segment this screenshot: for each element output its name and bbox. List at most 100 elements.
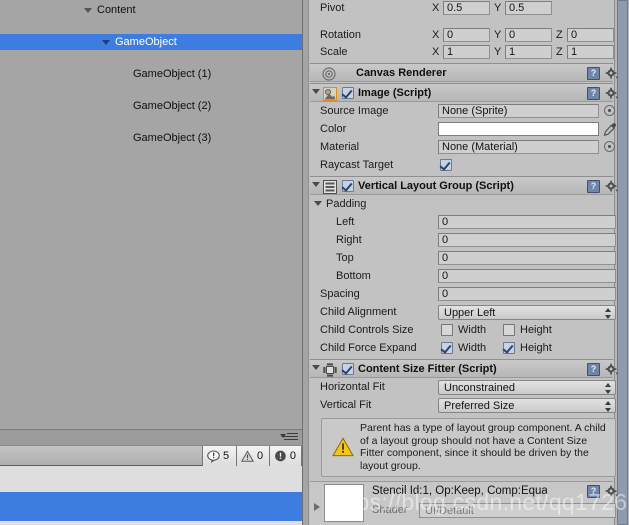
scale-z-axis-label: Z bbox=[556, 46, 563, 58]
rotation-z-field[interactable]: 0 bbox=[567, 28, 614, 42]
chevron-down-icon[interactable] bbox=[312, 365, 320, 370]
gear-icon[interactable] bbox=[605, 180, 619, 193]
info-icon bbox=[207, 450, 220, 463]
vertical-fit-dropdown[interactable]: Preferred Size bbox=[438, 398, 616, 413]
child-alignment-dropdown[interactable]: Upper Left bbox=[438, 305, 616, 320]
raycast-target-checkbox[interactable] bbox=[440, 159, 452, 171]
hierarchy-row-content[interactable]: Content bbox=[0, 2, 302, 18]
updown-arrows-icon bbox=[605, 308, 612, 319]
child-force-expand-height-label: Height bbox=[520, 342, 552, 354]
chevron-right-icon[interactable] bbox=[314, 503, 320, 511]
gear-icon[interactable] bbox=[605, 485, 619, 498]
eyedropper-icon[interactable] bbox=[602, 122, 617, 137]
horizontal-fit-dropdown[interactable]: Unconstrained bbox=[438, 380, 616, 395]
object-picker-icon[interactable] bbox=[604, 141, 615, 152]
rotation-y-field[interactable]: 0 bbox=[505, 28, 552, 42]
help-icon[interactable]: ? bbox=[587, 363, 600, 376]
spacing-field[interactable]: 0 bbox=[438, 287, 616, 301]
horizontal-fit-row: Horizontal Fit Unconstrained bbox=[310, 379, 616, 395]
padding-bottom-field[interactable]: 0 bbox=[438, 269, 616, 283]
spacing-row: Spacing 0 bbox=[310, 286, 616, 302]
error-count-value: 0 bbox=[289, 449, 296, 462]
child-force-expand-height-checkbox[interactable] bbox=[503, 342, 515, 354]
gear-icon[interactable] bbox=[605, 363, 619, 376]
console-toolbar[interactable]: 5 0 0 bbox=[0, 445, 303, 466]
vertical-layout-group-title: Vertical Layout Group (Script) bbox=[358, 180, 514, 192]
padding-left-label: Left bbox=[336, 216, 355, 228]
padding-bottom-label: Bottom bbox=[336, 270, 371, 282]
scale-x-field[interactable]: 1 bbox=[443, 45, 490, 59]
info-count-button[interactable]: 5 bbox=[202, 446, 236, 466]
help-icon[interactable]: ? bbox=[587, 67, 600, 80]
canvas-renderer-icon bbox=[322, 67, 336, 81]
canvas-renderer-header[interactable]: Canvas Renderer ? bbox=[310, 63, 618, 82]
content-size-fitter-title: Content Size Fitter (Script) bbox=[358, 363, 497, 375]
hierarchy-row-gameobject-1[interactable]: GameObject (1) bbox=[0, 66, 302, 82]
rotation-y-axis-label: Y bbox=[494, 29, 502, 41]
image-enabled-checkbox[interactable] bbox=[342, 87, 354, 99]
child-force-expand-label: Child Force Expand bbox=[320, 342, 417, 354]
child-controls-size-width-label: Width bbox=[458, 324, 487, 336]
hamburger-icon[interactable] bbox=[282, 433, 298, 443]
horizontal-fit-value: Unconstrained bbox=[444, 382, 515, 394]
info-count-value: 5 bbox=[223, 449, 230, 462]
image-component-header[interactable]: Image (Script) ? bbox=[310, 83, 618, 102]
gear-icon[interactable] bbox=[605, 67, 619, 80]
object-picker-icon[interactable] bbox=[604, 105, 615, 116]
hierarchy-panel[interactable]: Content GameObject GameObject (1) GameOb… bbox=[0, 0, 303, 429]
hierarchy-row-gameobject-2[interactable]: GameObject (2) bbox=[0, 98, 302, 114]
shader-dropdown[interactable]: UI/Default bbox=[419, 503, 616, 518]
updown-arrows-icon bbox=[605, 383, 612, 394]
hierarchy-item-label: GameObject (2) bbox=[133, 100, 212, 112]
padding-top-field[interactable]: 0 bbox=[438, 251, 616, 265]
rotation-label: Rotation bbox=[320, 29, 361, 41]
padding-right-field[interactable]: 0 bbox=[438, 233, 616, 247]
warning-count-button[interactable]: 0 bbox=[236, 446, 269, 466]
pivot-row: Pivot X 0.5 Y 0.5 bbox=[310, 0, 613, 16]
padding-left-field[interactable]: 0 bbox=[438, 215, 616, 229]
vertical-layout-group-header[interactable]: Vertical Layout Group (Script) ? bbox=[310, 176, 618, 195]
child-force-expand-row: Child Force Expand Width Height bbox=[310, 340, 613, 356]
scale-z-field[interactable]: 1 bbox=[567, 45, 614, 59]
console-list[interactable] bbox=[0, 466, 303, 525]
child-force-expand-width-checkbox[interactable] bbox=[441, 342, 453, 354]
gear-icon[interactable] bbox=[605, 87, 619, 100]
chevron-down-icon[interactable] bbox=[312, 182, 320, 187]
error-count-button[interactable]: 0 bbox=[269, 446, 302, 466]
console-selected-row[interactable] bbox=[0, 492, 302, 521]
material-field[interactable]: None (Material) bbox=[438, 140, 599, 154]
color-row: Color bbox=[310, 121, 616, 137]
warning-count-value: 0 bbox=[257, 449, 264, 462]
help-icon[interactable]: ? bbox=[587, 87, 600, 100]
pivot-y-field[interactable]: 0.5 bbox=[505, 1, 552, 15]
hierarchy-row-gameobject[interactable]: GameObject bbox=[0, 34, 302, 50]
child-alignment-value: Upper Left bbox=[444, 307, 496, 319]
chevron-down-icon[interactable] bbox=[312, 89, 320, 94]
child-controls-size-width-checkbox[interactable] bbox=[441, 324, 453, 336]
chevron-down-icon[interactable] bbox=[314, 201, 322, 206]
console-tab-strip bbox=[0, 429, 303, 445]
source-image-label: Source Image bbox=[320, 105, 389, 117]
padding-label: Padding bbox=[326, 198, 367, 210]
inspector-panel[interactable]: Pivot X 0.5 Y 0.5 Rotation X 0 Y 0 Z 0 S… bbox=[304, 0, 629, 525]
material-preview-thumbnail[interactable] bbox=[324, 484, 364, 522]
child-force-expand-width-label: Width bbox=[458, 342, 487, 354]
child-controls-size-height-checkbox[interactable] bbox=[503, 324, 515, 336]
help-icon[interactable]: ? bbox=[587, 180, 600, 193]
help-icon[interactable]: ? bbox=[587, 485, 600, 498]
scale-y-field[interactable]: 1 bbox=[505, 45, 552, 59]
content-size-fitter-enabled-checkbox[interactable] bbox=[342, 363, 354, 375]
chevron-down-icon[interactable] bbox=[102, 40, 110, 45]
source-image-field[interactable]: None (Sprite) bbox=[438, 104, 599, 118]
hierarchy-row-gameobject-3[interactable]: GameObject (3) bbox=[0, 130, 302, 146]
layout-warning-helpbox: Parent has a type of layout group compon… bbox=[321, 418, 616, 477]
source-image-row: Source Image None (Sprite) bbox=[310, 103, 615, 119]
chevron-down-icon[interactable] bbox=[84, 8, 92, 13]
padding-foldout-row[interactable]: Padding bbox=[310, 196, 613, 212]
vertical-layout-group-enabled-checkbox[interactable] bbox=[342, 180, 354, 192]
color-swatch-field[interactable] bbox=[438, 122, 599, 136]
rotation-x-field[interactable]: 0 bbox=[443, 28, 490, 42]
raycast-target-label: Raycast Target bbox=[320, 159, 394, 171]
content-size-fitter-header[interactable]: Content Size Fitter (Script) ? bbox=[310, 359, 618, 378]
pivot-x-field[interactable]: 0.5 bbox=[443, 1, 490, 15]
